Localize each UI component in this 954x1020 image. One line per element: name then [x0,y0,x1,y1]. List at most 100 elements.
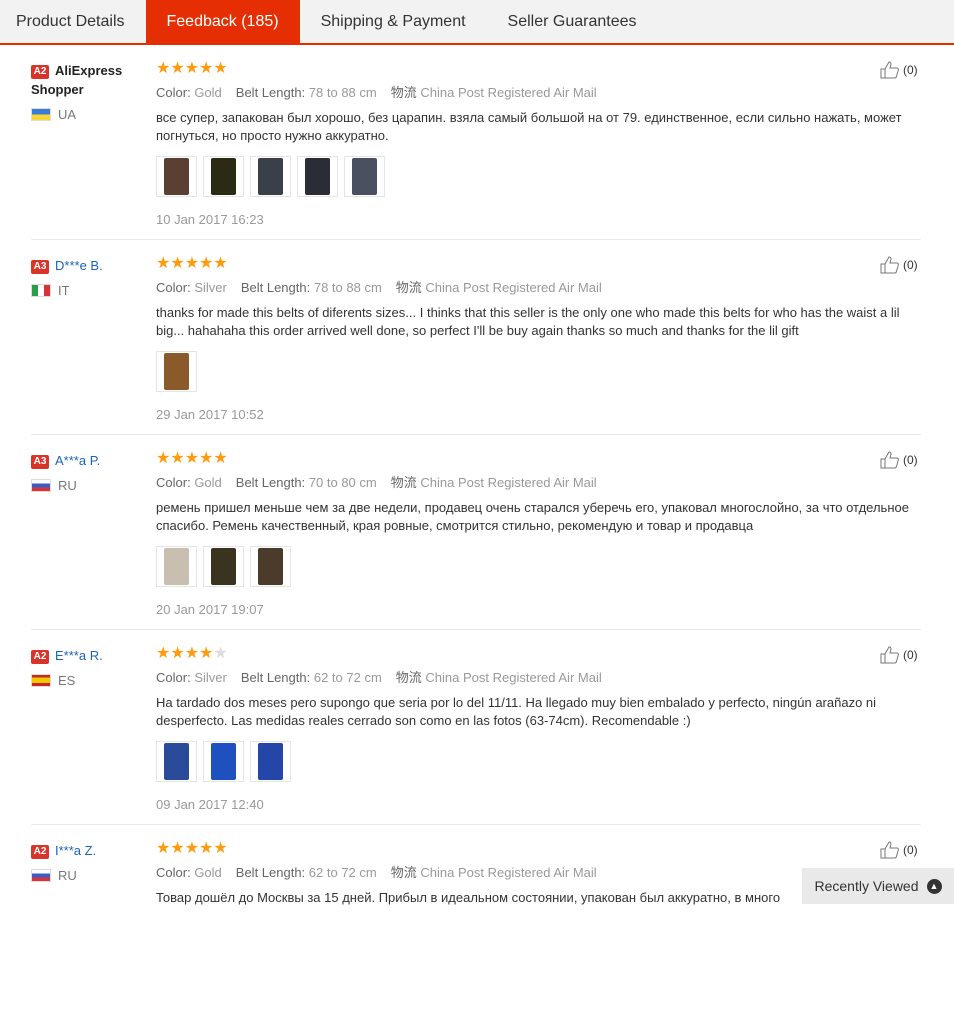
color-value: Gold [194,85,222,100]
review-photo-thumbnail[interactable] [156,156,197,197]
review-date: 09 Jan 2017 12:40 [156,797,264,812]
color-label: Color: [156,85,191,100]
buyer-info: A3 A***a P. RU [31,451,141,493]
star-icon: ★ [213,645,228,662]
star-icon: ★ [156,450,171,467]
review-text: все супер, запакован был хорошо, без цар… [156,110,902,143]
country-flag-icon [31,869,51,882]
photo-image [164,743,189,780]
photo-image [164,158,189,195]
star-icon: ★ [184,645,200,662]
helpful-count: (0) [903,63,918,77]
buyer-name[interactable]: A2 E***a R. [31,646,141,665]
tab-product-details[interactable]: Product Details [0,0,146,43]
tab-shipping-payment[interactable]: Shipping & Payment [300,0,487,43]
shipping-label: 物流 [390,85,417,100]
buyer-name[interactable]: A2 I***a Z. [31,841,141,860]
star-icon: ★ [213,60,228,77]
review-photos [156,351,921,392]
star-icon: ★ [170,60,185,77]
buyer-name[interactable]: A3 A***a P. [31,451,141,470]
buyer-country: IT [31,283,141,298]
buyer-name[interactable]: A3 D***e B. [31,256,141,275]
helpful-button[interactable]: (0) [880,451,918,469]
review-text: ремень пришел меньше чем за две недели, … [156,500,909,533]
country-code: IT [58,283,70,298]
belt-length-value: 78 to 88 cm [313,280,382,295]
star-icon: ★ [199,450,214,467]
star-icon: ★ [199,60,214,77]
star-icon: ★ [199,645,214,662]
photo-image [305,158,330,195]
buyer-name-text: AliExpress [55,63,123,78]
country-flag-icon [31,674,51,687]
buyer-level-badge: A2 [31,65,49,79]
thumbs-up-icon [880,841,899,859]
star-icon: ★ [170,645,185,662]
buyer-country: RU [31,478,141,493]
review-photos [156,741,921,782]
review-photo-thumbnail[interactable] [203,156,244,197]
shipping-value: China Post Registered Air Mail [420,865,597,880]
review-photo-thumbnail[interactable] [203,741,244,782]
country-code: UA [58,107,77,122]
helpful-button[interactable]: (0) [880,61,918,79]
review-photo-thumbnail[interactable] [250,546,291,587]
helpful-button[interactable]: (0) [880,841,918,859]
buyer-name-text: A***a P. [55,453,101,468]
review-photo-thumbnail[interactable] [156,741,197,782]
review-photo-thumbnail[interactable] [297,156,338,197]
review-photo-thumbnail[interactable] [156,351,197,392]
color-label: Color: [156,865,191,880]
review-photo-thumbnail[interactable] [203,546,244,587]
review-item: A2 AliExpress Shopper UA ★★★★★ Color: Gold Bel… [0,45,954,240]
thumbs-up-icon [880,646,899,664]
review-photo-thumbnail[interactable] [250,741,291,782]
star-icon: ★ [199,255,214,272]
helpful-button[interactable]: (0) [880,256,918,274]
shipping-label: 物流 [390,475,417,490]
photo-image [164,353,189,390]
buyer-info: A2 I***a Z. RU [31,841,141,883]
review-item: A3 A***a P. RU ★★★★★ Color: Gold Belt Length:… [0,435,954,630]
review-date: 20 Jan 2017 19:07 [156,602,264,617]
review-date: 10 Jan 2017 16:23 [156,212,264,227]
photo-image [258,743,283,780]
review-item: A3 D***e B. IT ★★★★★ Color: Silver Belt Lengt… [0,240,954,435]
photo-image [211,743,236,780]
country-flag-icon [31,108,51,121]
review-item: A2 E***a R. ES ★★★★★ Color: Silver Belt Lengt… [0,630,954,825]
tab-seller-guarantees[interactable]: Seller Guarantees [487,0,658,43]
belt-length-value: 62 to 72 cm [313,670,382,685]
star-icon: ★ [184,255,200,272]
belt-length-label: Belt Length: [240,280,311,295]
buyer-info: A2 AliExpress Shopper UA [31,61,141,122]
photo-image [352,158,377,195]
star-icon: ★ [170,450,185,467]
helpful-count: (0) [903,258,918,272]
photo-image [211,158,236,195]
recently-viewed-button[interactable]: Recently Viewed ▲ [802,868,954,904]
buyer-info: A2 E***a R. ES [31,646,141,688]
thumbs-up-icon [880,256,899,274]
star-icon: ★ [156,645,171,662]
order-attributes: Color: Silver Belt Length: 78 to 88 cm 物流 … [156,279,921,297]
helpful-button[interactable]: (0) [880,646,918,664]
review-photo-thumbnail[interactable] [344,156,385,197]
shipping-value: China Post Registered Air Mail [425,280,602,295]
shipping-value: China Post Registered Air Mail [420,85,597,100]
star-icon: ★ [213,450,228,467]
buyer-name-text-2: Shopper [31,82,84,97]
review-body: ★★★★★ Color: Silver Belt Length: 78 to 88 … [156,256,921,422]
review-photo-thumbnail[interactable] [156,546,197,587]
star-icon: ★ [184,60,200,77]
order-attributes: Color: Silver Belt Length: 62 to 72 cm 物流 … [156,669,921,687]
thumbs-up-icon [880,451,899,469]
buyer-name: A2 AliExpress Shopper [31,61,141,99]
recently-viewed-label: Recently Viewed [814,878,919,894]
star-icon: ★ [156,60,171,77]
tab-feedback[interactable]: Feedback (185) [145,0,300,43]
photo-image [258,548,283,585]
belt-length-label: Belt Length: [235,865,306,880]
review-photo-thumbnail[interactable] [250,156,291,197]
